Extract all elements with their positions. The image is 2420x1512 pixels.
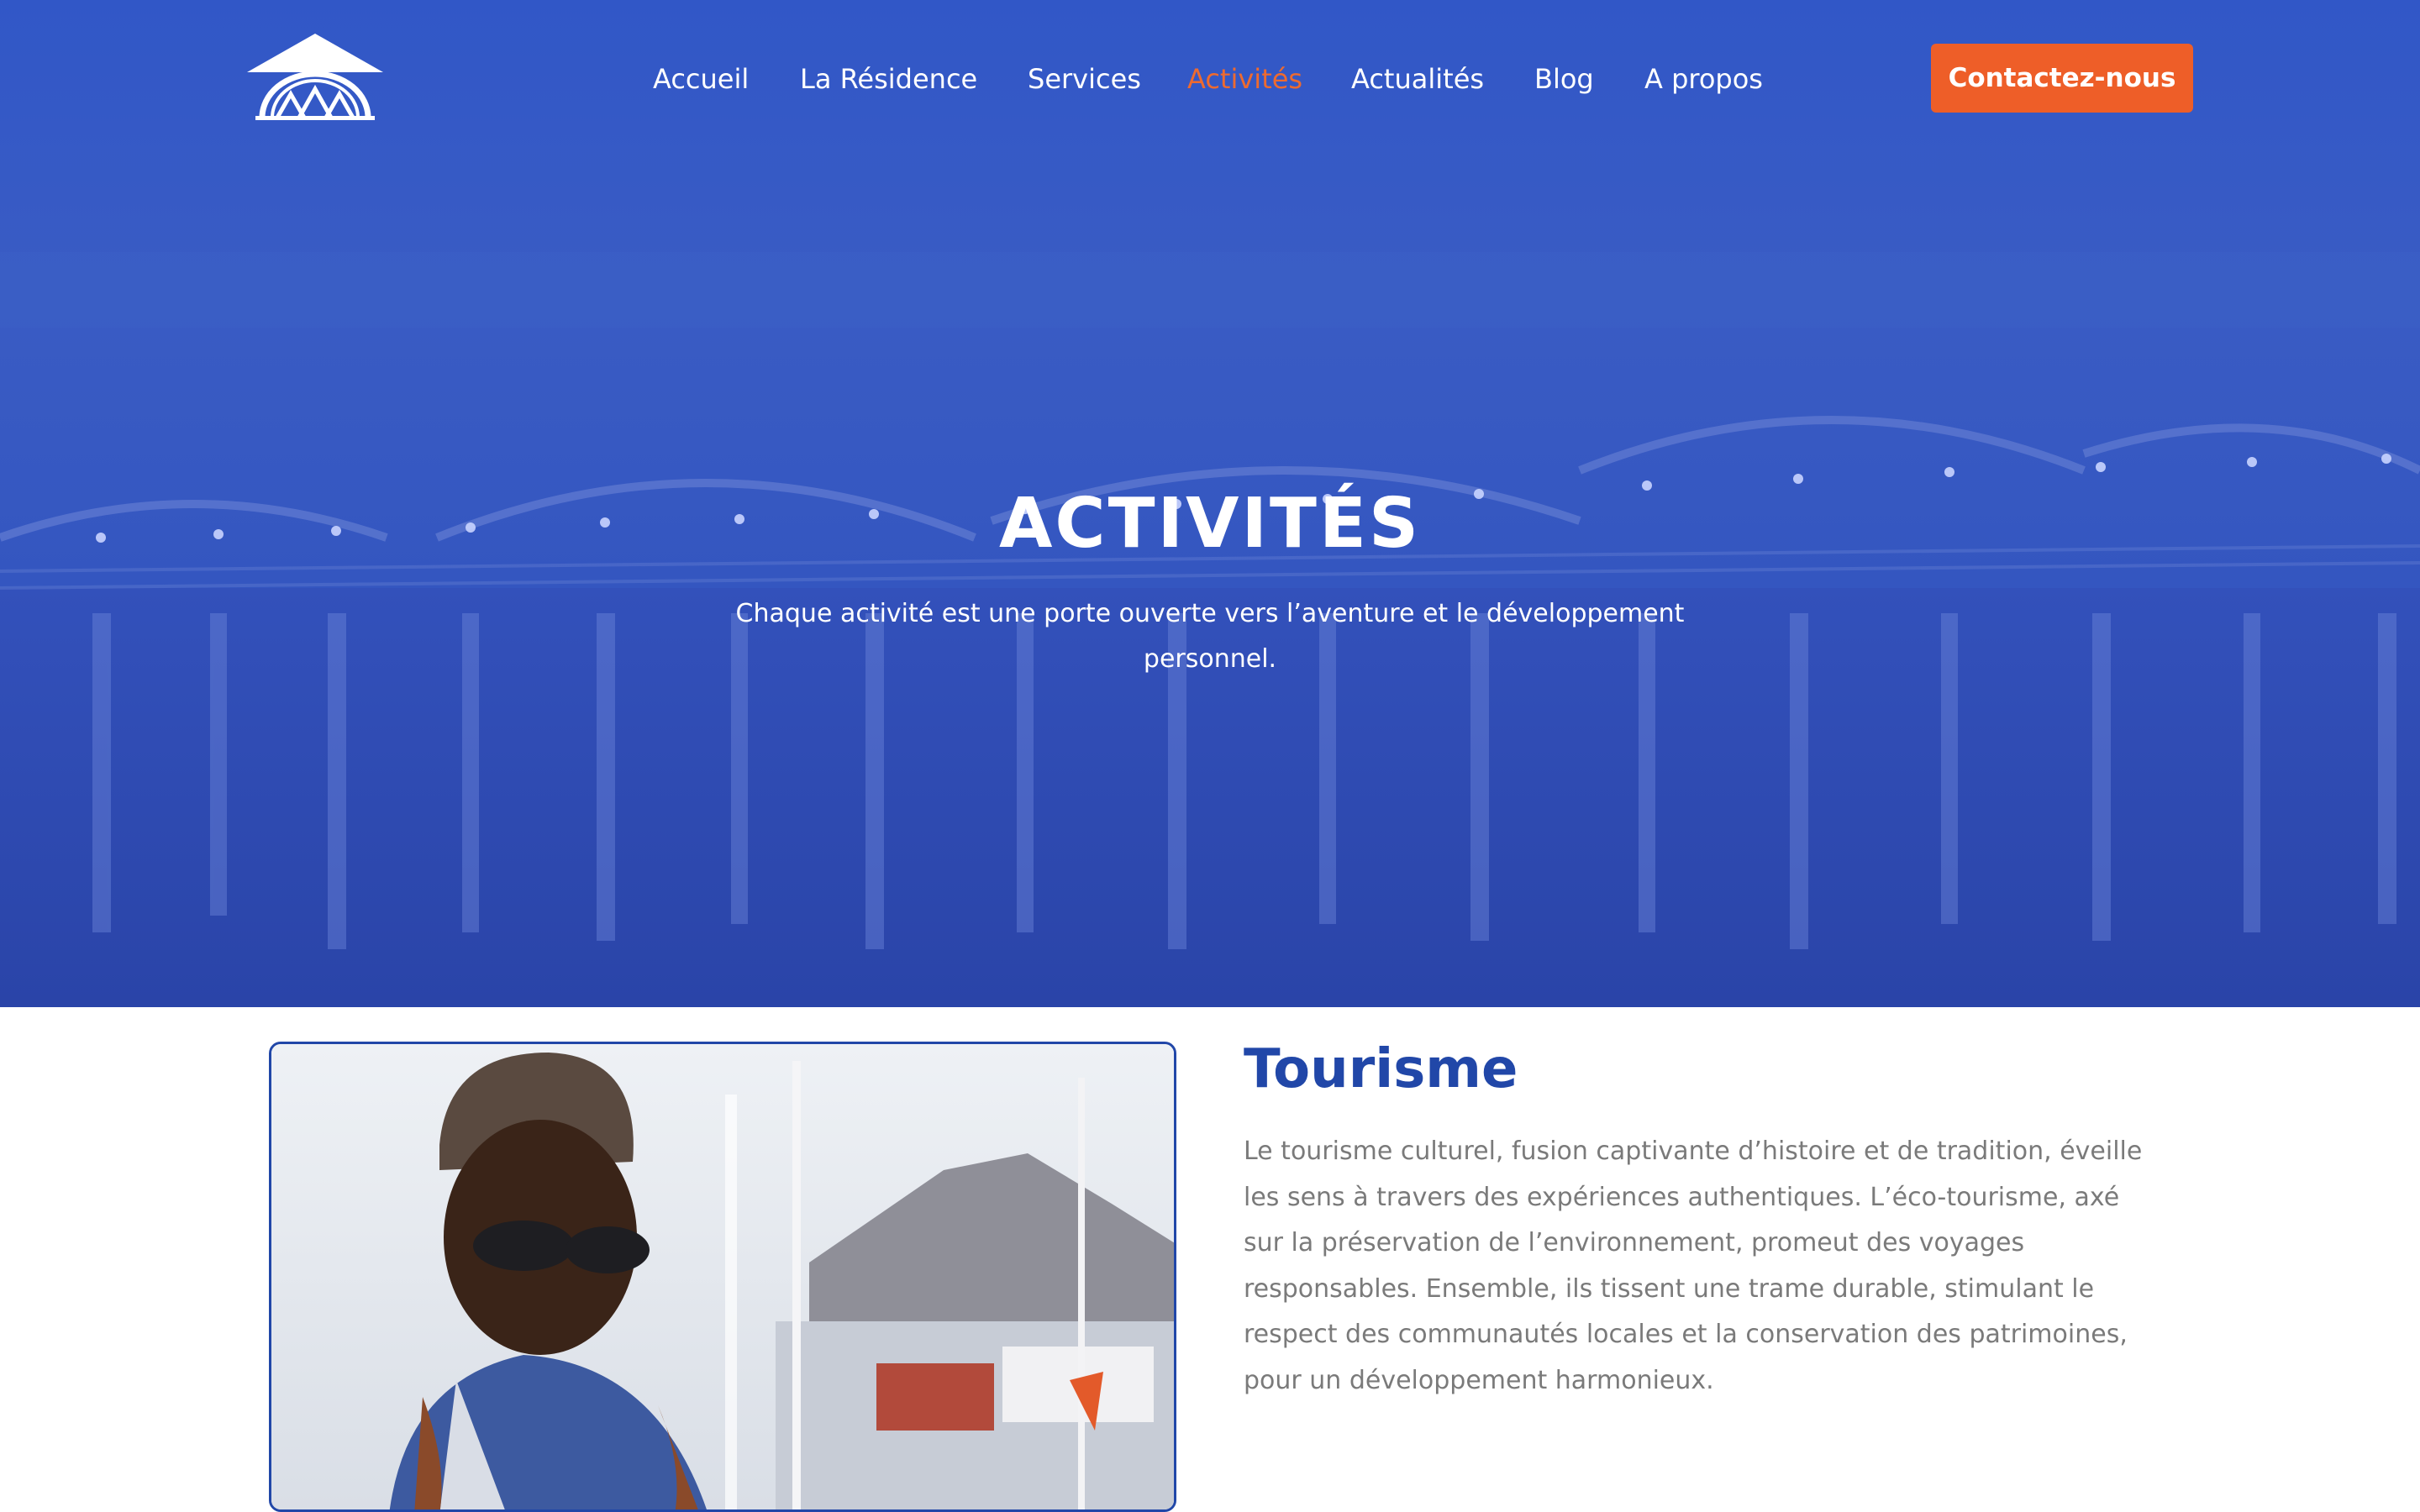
contact-button[interactable]: Contactez-nous bbox=[1931, 44, 2193, 113]
tourism-photo bbox=[269, 1042, 1176, 1512]
nav-item-blog[interactable]: Blog bbox=[1534, 59, 1594, 99]
nav-item-a-propos[interactable]: A propos bbox=[1644, 59, 1763, 99]
section-title-tourisme: Tourisme bbox=[1244, 1038, 1518, 1100]
nav-item-la-residence[interactable]: La Résidence bbox=[800, 59, 977, 99]
page-title: ACTIVITÉS bbox=[998, 484, 1422, 564]
nav-item-services[interactable]: Services bbox=[1028, 59, 1141, 99]
nav-item-activites[interactable]: Activités bbox=[1187, 59, 1302, 99]
section-description: Le tourisme culturel, fusion captivante … bbox=[1244, 1137, 2143, 1395]
nav-item-actualites[interactable]: Actualités bbox=[1351, 59, 1484, 99]
traveler-photo-illustration bbox=[271, 1044, 1174, 1509]
hero-banner: Accueil La Résidence Services Activités … bbox=[0, 0, 2420, 1007]
nav-item-accueil[interactable]: Accueil bbox=[653, 59, 749, 99]
page-subtitle: Chaque activité est une porte ouverte ve… bbox=[735, 599, 1685, 674]
